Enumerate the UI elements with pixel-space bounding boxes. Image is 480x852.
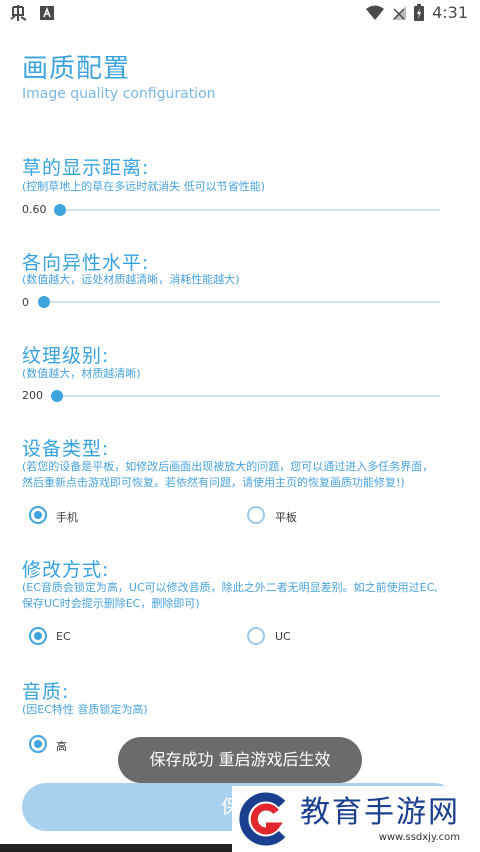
- modify-method-desc-line1: (EC音质会锁定为高，UC可以修改音质，除此之外二者无明显差别。如之前使用过EC…: [22, 581, 438, 594]
- texture-level-desc: (数值越大，材质越清晰): [22, 367, 141, 380]
- audio-high-radio[interactable]: [29, 735, 47, 753]
- audio-quality-title: 音质:: [22, 681, 70, 703]
- signal-icon: [392, 5, 407, 20]
- mode-ec-radio[interactable]: [29, 627, 47, 645]
- anisotropy-slider-thumb[interactable]: [38, 296, 50, 308]
- anisotropy-slider[interactable]: [40, 301, 440, 303]
- bottom-nav-bar: [0, 844, 232, 852]
- modify-method-desc: (EC音质会锁定为高，UC可以修改音质，除此之外二者无明显差别。如之前使用过EC…: [22, 580, 472, 612]
- grass-distance-title: 草的显示距离:: [22, 157, 150, 179]
- anisotropy-desc: (数值越大，远处材质越清晰，消耗性能越大): [22, 273, 240, 286]
- anisotropy-value: 0: [22, 296, 29, 309]
- device-tablet-radio[interactable]: [247, 506, 265, 524]
- mode-uc-label: UC: [275, 630, 291, 643]
- grass-distance-slider-thumb[interactable]: [54, 204, 66, 216]
- device-type-desc-line2: 然后重新点击游戏即可恢复。若依然有问题，请使用主页的恢复画质功能修复!): [22, 476, 405, 489]
- anisotropy-title: 各向异性水平:: [22, 252, 150, 274]
- device-type-desc-line1: (若您的设备是平板，如修改后画面出现被放大的问题，您可以通过进入多任务界面，: [22, 460, 434, 473]
- a-notification-icon: [40, 6, 54, 20]
- grass-distance-desc: (控制草地上的草在多远时就消失 低可以节省性能): [22, 180, 266, 193]
- device-type-title: 设备类型:: [22, 438, 110, 460]
- texture-level-value: 200: [22, 389, 43, 402]
- grass-distance-value: 0.60: [22, 203, 47, 216]
- battery-icon: [414, 4, 425, 21]
- status-bar: 4:31: [0, 0, 480, 28]
- mode-uc-radio[interactable]: [247, 627, 265, 645]
- device-tablet-label: 平板: [275, 511, 297, 524]
- texture-level-slider-thumb[interactable]: [51, 390, 63, 402]
- device-phone-radio[interactable]: [29, 506, 47, 524]
- page-subtitle: Image quality configuration: [22, 86, 216, 102]
- modify-method-desc-line2: 保存UC时会提示删除EC，删除即可): [22, 597, 200, 610]
- grass-distance-slider[interactable]: [60, 209, 440, 211]
- device-phone-label: 手机: [56, 511, 78, 524]
- watermark-text: 教育手游网: [300, 794, 460, 830]
- page-title: 画质配置: [22, 54, 131, 84]
- device-type-desc: (若您的设备是平板，如修改后画面出现被放大的问题，您可以通过进入多任务界面， 然…: [22, 459, 472, 491]
- watermark-logo-icon: [239, 792, 286, 846]
- app-notification-icon: [10, 5, 27, 21]
- audio-quality-desc: (因EC特性 音质锁定为高): [22, 703, 148, 716]
- site-watermark: 教育手游网 www.ssdxjy.com: [232, 786, 480, 852]
- texture-level-title: 纹理级别:: [22, 345, 110, 367]
- texture-level-slider[interactable]: [54, 395, 440, 397]
- watermark-url: www.ssdxjy.com: [378, 831, 460, 843]
- modify-method-title: 修改方式:: [22, 559, 110, 581]
- wifi-icon: [366, 5, 385, 20]
- audio-high-label: 高: [56, 740, 67, 753]
- toast-message: 保存成功 重启游戏后生效: [118, 737, 362, 783]
- mode-ec-label: EC: [56, 630, 71, 643]
- status-time: 4:31: [432, 3, 468, 22]
